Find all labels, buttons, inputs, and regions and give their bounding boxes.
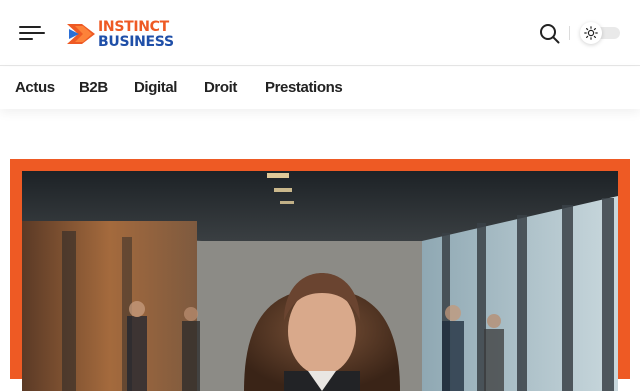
logo-arrows-icon xyxy=(67,24,95,44)
dark-mode-toggle[interactable] xyxy=(578,21,622,45)
site-header: INSTINCT BUSINESS xyxy=(0,0,640,66)
nav-item-digital[interactable]: Digital xyxy=(134,79,177,96)
logo-text-line2: BUSINESS xyxy=(98,33,174,50)
nav-item-droit[interactable]: Droit xyxy=(204,79,237,96)
search-icon[interactable] xyxy=(539,23,560,44)
sun-icon xyxy=(584,26,598,40)
toggle-knob xyxy=(580,22,602,44)
logo-text-line1: INSTINCT xyxy=(98,18,169,35)
office-photo xyxy=(22,171,618,391)
nav-item-actus[interactable]: Actus xyxy=(15,79,55,96)
featured-article-frame xyxy=(10,159,630,391)
nav-item-b2b[interactable]: B2B xyxy=(79,79,108,96)
header-divider xyxy=(569,26,570,40)
nav-item-prestations[interactable]: Prestations xyxy=(265,79,343,96)
hamburger-menu-icon[interactable] xyxy=(19,23,45,43)
site-logo[interactable]: INSTINCT BUSINESS xyxy=(66,19,174,49)
featured-article-image[interactable] xyxy=(22,171,618,391)
category-navbar: Actus B2B Digital Droit Prestations xyxy=(0,67,640,109)
